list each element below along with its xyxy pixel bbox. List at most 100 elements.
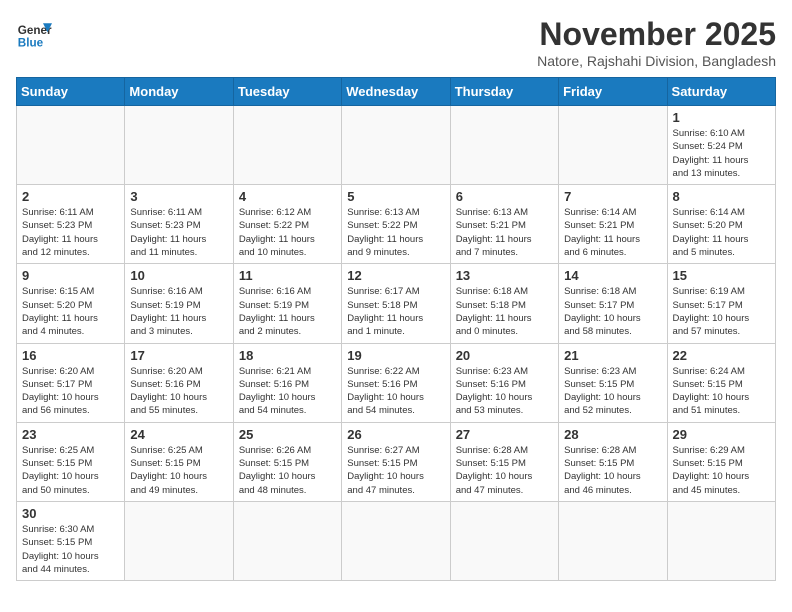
- logo-icon: General Blue: [16, 16, 52, 52]
- day-number: 23: [22, 427, 119, 442]
- day-info: Sunrise: 6:11 AM Sunset: 5:23 PM Dayligh…: [130, 206, 227, 259]
- weekday-header-row: SundayMondayTuesdayWednesdayThursdayFrid…: [17, 78, 776, 106]
- calendar-cell: 21Sunrise: 6:23 AM Sunset: 5:15 PM Dayli…: [559, 343, 667, 422]
- calendar-cell: [559, 106, 667, 185]
- calendar-cell: 12 Sunrise: 6:17 AM Sunset: 5:18 PM Dayli…: [342, 264, 450, 343]
- day-info: Sunrise: 6:16 AM Sunset: 5:19 PM Dayligh…: [130, 285, 227, 338]
- calendar-cell: 10Sunrise: 6:16 AM Sunset: 5:19 PM Dayli…: [125, 264, 233, 343]
- day-number: 9: [22, 268, 119, 283]
- day-info: Sunrise: 6:28 AM Sunset: 5:15 PM Dayligh…: [456, 444, 553, 497]
- day-number: 5: [347, 189, 444, 204]
- calendar-cell: 9 Sunrise: 6:15 AM Sunset: 5:20 PM Daylig…: [17, 264, 125, 343]
- day-info: Sunrise: 6:20 AM Sunset: 5:16 PM Dayligh…: [130, 365, 227, 418]
- day-info: Sunrise: 6:22 AM Sunset: 5:16 PM Dayligh…: [347, 365, 444, 418]
- day-number: 12: [347, 268, 444, 283]
- day-number: 25: [239, 427, 336, 442]
- calendar-cell: 23 Sunrise: 6:25 AM Sunset: 5:15 PM Dayli…: [17, 422, 125, 501]
- day-number: 17: [130, 348, 227, 363]
- day-info: Sunrise: 6:14 AM Sunset: 5:20 PM Dayligh…: [673, 206, 770, 259]
- calendar-title: November 2025: [537, 16, 776, 53]
- svg-text:Blue: Blue: [18, 37, 44, 50]
- calendar-cell: 11 Sunrise: 6:16 AM Sunset: 5:19 PM Dayli…: [233, 264, 341, 343]
- day-info: Sunrise: 6:21 AM Sunset: 5:16 PM Dayligh…: [239, 365, 336, 418]
- day-number: 3: [130, 189, 227, 204]
- calendar-cell: 7 Sunrise: 6:14 AM Sunset: 5:21 PM Daylig…: [559, 185, 667, 264]
- calendar-table: SundayMondayTuesdayWednesdayThursdayFrid…: [16, 77, 776, 581]
- day-number: 24: [130, 427, 227, 442]
- day-info: Sunrise: 6:28 AM Sunset: 5:15 PM Dayligh…: [564, 444, 661, 497]
- day-info: Sunrise: 6:11 AM Sunset: 5:23 PM Dayligh…: [22, 206, 119, 259]
- weekday-header-friday: Friday: [559, 78, 667, 106]
- day-number: 28: [564, 427, 661, 442]
- calendar-cell: 20Sunrise: 6:23 AM Sunset: 5:16 PM Dayli…: [450, 343, 558, 422]
- day-info: Sunrise: 6:25 AM Sunset: 5:15 PM Dayligh…: [130, 444, 227, 497]
- day-number: 26: [347, 427, 444, 442]
- calendar-cell: [559, 501, 667, 580]
- weekday-header-tuesday: Tuesday: [233, 78, 341, 106]
- calendar-cell: 16 Sunrise: 6:20 AM Sunset: 5:17 PM Dayli…: [17, 343, 125, 422]
- day-number: 29: [673, 427, 770, 442]
- day-info: Sunrise: 6:20 AM Sunset: 5:17 PM Dayligh…: [22, 365, 119, 418]
- day-info: Sunrise: 6:18 AM Sunset: 5:18 PM Dayligh…: [456, 285, 553, 338]
- day-info: Sunrise: 6:24 AM Sunset: 5:15 PM Dayligh…: [673, 365, 770, 418]
- weekday-header-saturday: Saturday: [667, 78, 775, 106]
- calendar-cell: 4Sunrise: 6:12 AM Sunset: 5:22 PM Daylig…: [233, 185, 341, 264]
- calendar-cell: [450, 501, 558, 580]
- day-number: 19: [347, 348, 444, 363]
- calendar-week-row: 16 Sunrise: 6:20 AM Sunset: 5:17 PM Dayli…: [17, 343, 776, 422]
- calendar-cell: 14Sunrise: 6:18 AM Sunset: 5:17 PM Dayli…: [559, 264, 667, 343]
- calendar-cell: 22 Sunrise: 6:24 AM Sunset: 5:15 PM Dayli…: [667, 343, 775, 422]
- day-number: 22: [673, 348, 770, 363]
- day-number: 14: [564, 268, 661, 283]
- day-info: Sunrise: 6:23 AM Sunset: 5:16 PM Dayligh…: [456, 365, 553, 418]
- day-number: 7: [564, 189, 661, 204]
- page-header: General Blue November 2025 Natore, Rajsh…: [16, 16, 776, 69]
- calendar-cell: [17, 106, 125, 185]
- day-info: Sunrise: 6:16 AM Sunset: 5:19 PM Dayligh…: [239, 285, 336, 338]
- calendar-cell: [342, 501, 450, 580]
- calendar-cell: [125, 501, 233, 580]
- calendar-cell: 5 Sunrise: 6:13 AM Sunset: 5:22 PM Daylig…: [342, 185, 450, 264]
- day-number: 1: [673, 110, 770, 125]
- day-info: Sunrise: 6:15 AM Sunset: 5:20 PM Dayligh…: [22, 285, 119, 338]
- calendar-week-row: 23 Sunrise: 6:25 AM Sunset: 5:15 PM Dayli…: [17, 422, 776, 501]
- calendar-cell: 28 Sunrise: 6:28 AM Sunset: 5:15 PM Dayli…: [559, 422, 667, 501]
- day-number: 11: [239, 268, 336, 283]
- day-info: Sunrise: 6:13 AM Sunset: 5:21 PM Dayligh…: [456, 206, 553, 259]
- calendar-cell: 6Sunrise: 6:13 AM Sunset: 5:21 PM Daylig…: [450, 185, 558, 264]
- day-info: Sunrise: 6:25 AM Sunset: 5:15 PM Dayligh…: [22, 444, 119, 497]
- calendar-week-row: 2 Sunrise: 6:11 AM Sunset: 5:23 PM Daylig…: [17, 185, 776, 264]
- day-number: 13: [456, 268, 553, 283]
- day-info: Sunrise: 6:29 AM Sunset: 5:15 PM Dayligh…: [673, 444, 770, 497]
- day-number: 21: [564, 348, 661, 363]
- day-number: 30: [22, 506, 119, 521]
- day-info: Sunrise: 6:17 AM Sunset: 5:18 PM Dayligh…: [347, 285, 444, 338]
- day-info: Sunrise: 6:13 AM Sunset: 5:22 PM Dayligh…: [347, 206, 444, 259]
- calendar-week-row: 1Sunrise: 6:10 AM Sunset: 5:24 PM Daylig…: [17, 106, 776, 185]
- calendar-cell: 19 Sunrise: 6:22 AM Sunset: 5:16 PM Dayli…: [342, 343, 450, 422]
- calendar-cell: 1Sunrise: 6:10 AM Sunset: 5:24 PM Daylig…: [667, 106, 775, 185]
- calendar-cell: 15 Sunrise: 6:19 AM Sunset: 5:17 PM Dayli…: [667, 264, 775, 343]
- calendar-cell: 27Sunrise: 6:28 AM Sunset: 5:15 PM Dayli…: [450, 422, 558, 501]
- calendar-subtitle: Natore, Rajshahi Division, Bangladesh: [537, 53, 776, 69]
- day-number: 18: [239, 348, 336, 363]
- weekday-header-sunday: Sunday: [17, 78, 125, 106]
- day-number: 2: [22, 189, 119, 204]
- calendar-cell: [342, 106, 450, 185]
- day-number: 16: [22, 348, 119, 363]
- day-number: 15: [673, 268, 770, 283]
- day-info: Sunrise: 6:14 AM Sunset: 5:21 PM Dayligh…: [564, 206, 661, 259]
- calendar-cell: 29 Sunrise: 6:29 AM Sunset: 5:15 PM Dayli…: [667, 422, 775, 501]
- calendar-cell: 25 Sunrise: 6:26 AM Sunset: 5:15 PM Dayli…: [233, 422, 341, 501]
- calendar-cell: 30Sunrise: 6:30 AM Sunset: 5:15 PM Dayli…: [17, 501, 125, 580]
- day-info: Sunrise: 6:19 AM Sunset: 5:17 PM Dayligh…: [673, 285, 770, 338]
- calendar-week-row: 30Sunrise: 6:30 AM Sunset: 5:15 PM Dayli…: [17, 501, 776, 580]
- calendar-cell: [233, 501, 341, 580]
- day-number: 8: [673, 189, 770, 204]
- day-info: Sunrise: 6:12 AM Sunset: 5:22 PM Dayligh…: [239, 206, 336, 259]
- calendar-cell: 17 Sunrise: 6:20 AM Sunset: 5:16 PM Dayli…: [125, 343, 233, 422]
- day-info: Sunrise: 6:27 AM Sunset: 5:15 PM Dayligh…: [347, 444, 444, 497]
- day-info: Sunrise: 6:26 AM Sunset: 5:15 PM Dayligh…: [239, 444, 336, 497]
- calendar-cell: [125, 106, 233, 185]
- calendar-cell: 13 Sunrise: 6:18 AM Sunset: 5:18 PM Dayli…: [450, 264, 558, 343]
